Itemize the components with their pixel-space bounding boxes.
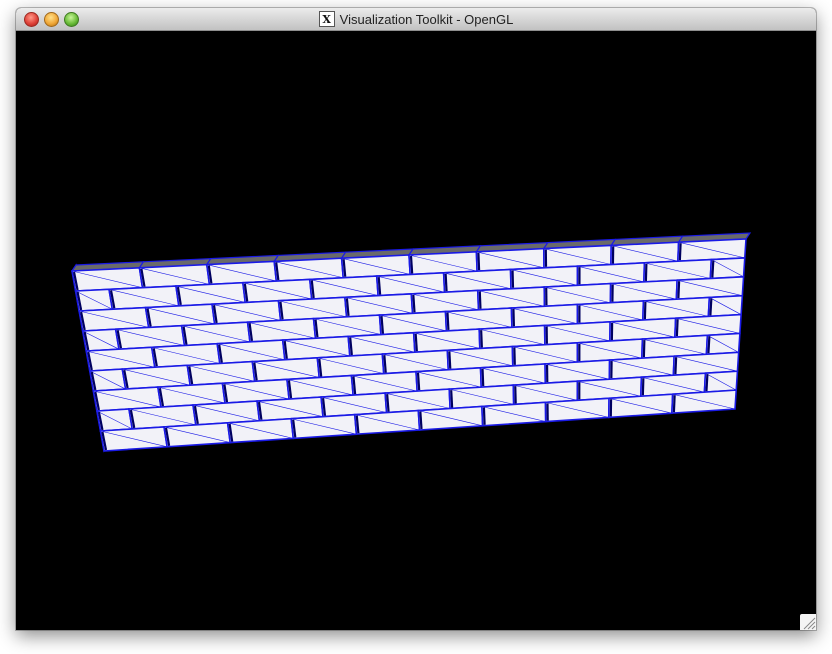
brick-joint	[419, 411, 423, 430]
brick-joint	[450, 390, 454, 408]
brick-joint	[416, 372, 421, 391]
brick-joint	[482, 407, 486, 425]
window-title-group: X Visualization Toolkit - OpenGL	[16, 8, 816, 30]
brick-joint	[386, 394, 390, 412]
brick-joint	[414, 333, 418, 352]
brick-joint	[446, 312, 450, 331]
brick-joint	[481, 368, 485, 387]
brick-joint	[448, 351, 452, 369]
brick-joint	[711, 260, 715, 278]
brick-joint	[709, 298, 713, 316]
brick-joint	[644, 263, 648, 281]
title-bar[interactable]: X Visualization Toolkit - OpenGL	[16, 8, 816, 31]
brick-joint	[674, 357, 678, 375]
wall-bricks	[71, 238, 747, 452]
brick-joint	[643, 301, 647, 320]
brick-joint	[675, 319, 679, 337]
render-viewport[interactable]	[16, 31, 816, 630]
brick-joint	[412, 294, 416, 313]
brick-joint	[707, 336, 711, 354]
brick-joint	[705, 374, 709, 392]
resize-grip[interactable]	[800, 614, 816, 630]
brick-wall-render	[70, 232, 752, 453]
brick-joint	[380, 316, 385, 334]
vtk-window: X Visualization Toolkit - OpenGL	[16, 8, 816, 630]
brick-joint	[480, 330, 483, 348]
brick-joint	[409, 255, 414, 274]
x11-icon: X	[318, 11, 335, 27]
window-title: Visualization Toolkit - OpenGL	[339, 11, 514, 27]
brick-joint	[677, 281, 681, 299]
resize-grip-icon	[803, 617, 816, 630]
brick-joint	[641, 378, 645, 396]
brick-joint	[672, 395, 676, 413]
brick-joint	[642, 340, 646, 358]
brick-joint	[383, 355, 387, 373]
brick-joint	[477, 252, 481, 271]
brick-joint	[478, 291, 482, 309]
brick-joint	[678, 243, 682, 261]
brick-joint	[377, 277, 382, 295]
brick-joint	[444, 273, 448, 292]
